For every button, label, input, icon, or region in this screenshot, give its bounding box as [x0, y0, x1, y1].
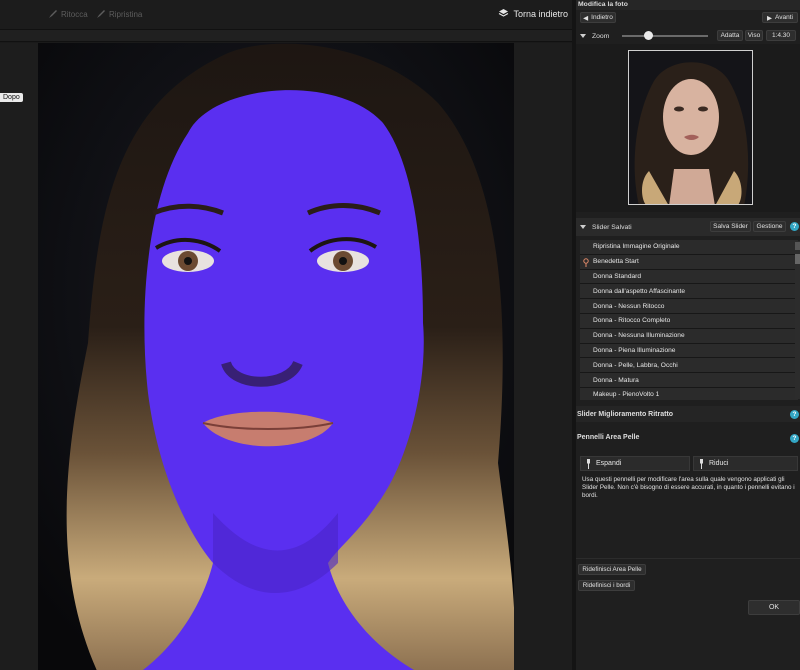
navigator-thumbnail[interactable] — [628, 50, 753, 205]
portrait-image — [38, 43, 514, 670]
face-button[interactable]: Viso — [745, 30, 763, 41]
back-button-label: Indietro — [591, 14, 613, 21]
left-arrow-icon: ◀ — [583, 14, 589, 22]
top-toolbar: Ritocca Ripristina Torna indietro — [0, 0, 572, 30]
help-icon[interactable]: ? — [790, 434, 799, 443]
preset-item[interactable]: Donna dall'aspetto Affascinante — [580, 284, 798, 300]
saved-sliders-title: Slider Salvati — [592, 223, 632, 231]
brush-icon — [587, 458, 590, 469]
brush-description: Usa questi pennelli per modificare l'are… — [582, 476, 795, 500]
collapse-triangle-icon[interactable] — [580, 34, 586, 38]
preset-label: Donna - Matura — [593, 376, 639, 384]
preset-label: Donna Standard — [593, 272, 642, 280]
preset-label: Donna - Piena Illuminazione — [593, 346, 676, 354]
restore-label: Ripristina — [109, 9, 143, 19]
preset-item[interactable]: Ripristina Immagine Originale — [580, 240, 798, 255]
scrollbar-thumb[interactable] — [795, 254, 800, 264]
skin-brushes-title: Pennelli Area Pelle — [577, 433, 640, 441]
edit-panel: Modifica la foto ◀ Indietro ▶ Avanti Zoom … — [576, 0, 800, 670]
preset-label: Donna - Nessun Ritocco — [593, 302, 665, 310]
preset-item[interactable]: Donna Standard — [580, 269, 798, 285]
preset-item[interactable]: Donna - Ritocco Completo — [580, 313, 798, 329]
expand-brush-button[interactable]: Espandi — [580, 456, 690, 471]
save-slider-button[interactable]: Salva Slider — [710, 221, 751, 232]
preset-item[interactable]: Benedetta Start — [580, 254, 798, 270]
separator — [576, 558, 800, 559]
right-arrow-icon: ▶ — [767, 14, 773, 22]
reduce-label: Riduci — [709, 460, 729, 467]
preset-item[interactable]: Donna - Nessun Ritocco — [580, 299, 798, 314]
help-icon[interactable]: ? — [790, 222, 799, 231]
skin-brushes-header: Pennelli Area Pelle — [576, 428, 800, 446]
after-view-label[interactable]: Dopo — [0, 93, 23, 102]
preset-list: Ripristina Immagine Originale Benedetta S… — [580, 240, 798, 400]
photo-canvas[interactable]: Dopo — [0, 43, 572, 670]
manage-button[interactable]: Gestione — [753, 221, 786, 232]
preset-item[interactable]: Donna - Matura — [580, 373, 798, 388]
collapse-triangle-icon[interactable] — [580, 225, 586, 229]
zoom-slider-handle[interactable] — [643, 31, 653, 40]
preset-label: Ripristina Immagine Originale — [593, 243, 680, 251]
help-icon[interactable]: ? — [790, 410, 799, 419]
back-to-button[interactable]: Torna indietro — [498, 8, 568, 19]
preset-label: Makeup - PienoVolto 1 — [593, 391, 660, 399]
panel-title: Modifica la foto — [576, 0, 800, 10]
thumbnail-image — [629, 51, 752, 204]
retouch-label: Ritocca — [61, 9, 88, 19]
retouch-button[interactable]: Ritocca — [48, 9, 88, 19]
zoom-ratio-button[interactable]: 1:4.30 — [766, 30, 796, 41]
preset-item[interactable]: Donna - Piena Illuminazione — [580, 343, 798, 359]
preset-item[interactable]: Makeup - PienoVolto 1 — [580, 387, 798, 400]
portrait-sliders-header[interactable]: Slider Miglioramento Ritratto — [576, 406, 800, 422]
restore-button[interactable]: Ripristina — [96, 9, 142, 19]
preset-scrollbar[interactable] — [795, 241, 800, 399]
edited-photo[interactable] — [38, 43, 514, 670]
preset-item[interactable]: Donna - Pelle, Labbra, Occhi — [580, 358, 798, 374]
layers-icon — [499, 9, 509, 17]
redefine-edges-button[interactable]: Ridefinisci i bordi — [578, 580, 635, 591]
brush-icon — [49, 10, 57, 18]
forward-button-label: Avanti — [775, 14, 793, 21]
zoom-slider[interactable] — [622, 35, 708, 37]
redefine-skin-area-button[interactable]: Ridefinisci Area Pelle — [578, 564, 646, 575]
preset-label: Benedetta Start — [593, 258, 639, 266]
back-button[interactable]: ◀ Indietro — [580, 12, 616, 23]
pin-icon — [583, 258, 589, 269]
fit-button[interactable]: Adatta — [717, 30, 743, 41]
preset-label: Donna - Ritocco Completo — [593, 317, 671, 325]
forward-button[interactable]: ▶ Avanti — [762, 12, 798, 23]
toolbar-strip — [0, 30, 572, 42]
preset-label: Donna dall'aspetto Affascinante — [593, 287, 686, 295]
preset-label: Donna - Pelle, Labbra, Occhi — [593, 361, 678, 369]
reduce-brush-button[interactable]: Riduci — [693, 456, 798, 471]
ok-button[interactable]: OK — [748, 600, 800, 615]
zoom-label: Zoom — [592, 32, 610, 40]
brush-icon — [700, 458, 703, 469]
expand-label: Espandi — [596, 460, 622, 467]
preset-label: Donna - Nessuna Illuminazione — [593, 332, 685, 340]
back-to-label: Torna indietro — [513, 8, 568, 19]
brush-icon — [97, 10, 105, 18]
scroll-up-arrow[interactable] — [795, 242, 800, 250]
portrait-sliders-title: Slider Miglioramento Ritratto — [577, 410, 674, 418]
preset-item[interactable]: Donna - Nessuna Illuminazione — [580, 328, 798, 344]
